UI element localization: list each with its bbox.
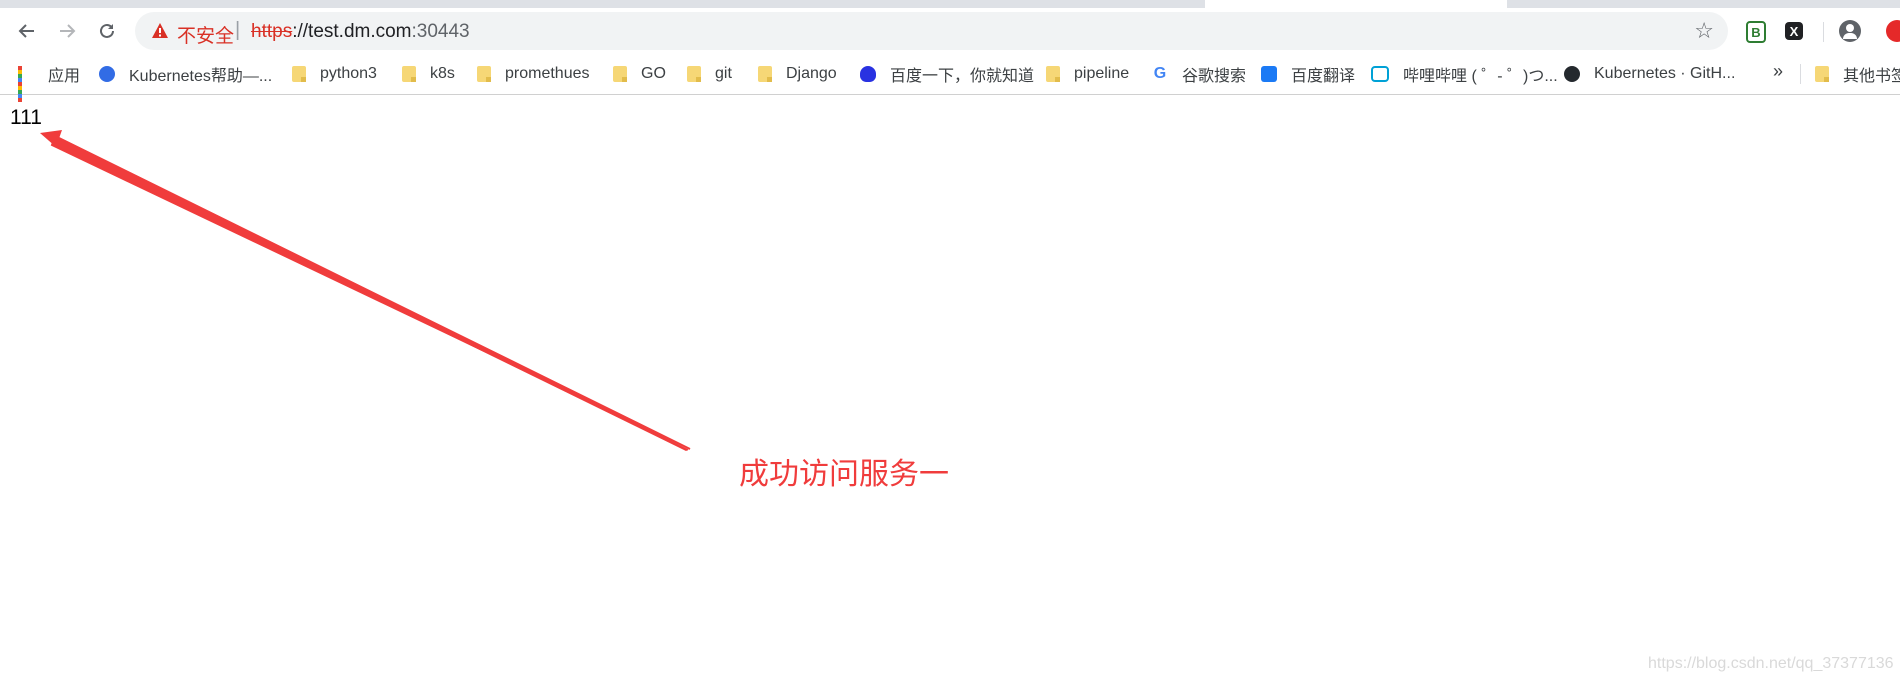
annotation-arrow-icon [40, 130, 691, 451]
